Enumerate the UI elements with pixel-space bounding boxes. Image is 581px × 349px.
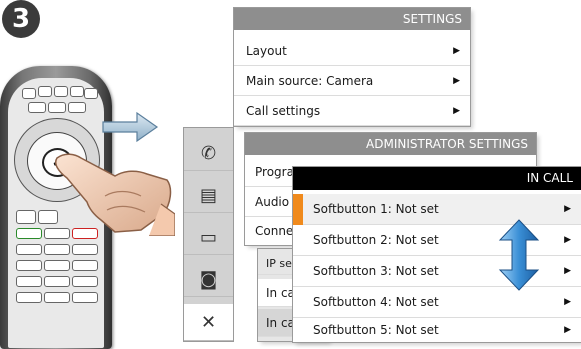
caret-right-icon: ▶ [453, 106, 460, 116]
step-number: 3 [2, 0, 40, 38]
keypad-5 [44, 260, 70, 271]
keypad-6 [72, 260, 98, 271]
phone-icon[interactable]: ✆ [184, 136, 233, 171]
keypad-hash [72, 292, 98, 303]
keypad-8 [44, 276, 70, 287]
admin-settings-title: ADMINISTRATOR SETTINGS [245, 133, 536, 155]
settings-title: SETTINGS [234, 8, 470, 30]
remote-button [54, 86, 68, 97]
caret-right-icon: ▶ [564, 204, 571, 214]
menu-item-label: Softbutton 2: Not set [313, 233, 439, 247]
keypad-2 [44, 244, 70, 255]
menu-item-label: Main source: Camera [246, 74, 374, 88]
selection-indicator [293, 194, 303, 225]
keypad-1 [16, 244, 42, 255]
menu-item-label: Audio [255, 195, 290, 209]
menu-item-label: Softbutton 4: Not set [313, 295, 439, 309]
remote-button [68, 102, 86, 113]
keypad-4 [16, 260, 42, 271]
menu-item-label: Layout [246, 44, 287, 58]
calendar-icon[interactable]: ▤ [184, 178, 233, 213]
camera-icon[interactable]: ◙ [184, 262, 233, 297]
keypad-7 [16, 276, 42, 287]
caret-right-icon: ▶ [453, 76, 460, 86]
up-down-arrow-icon [498, 219, 540, 291]
menu-item-main-source[interactable]: Main source: Camera ▶ [234, 66, 470, 96]
call-button [16, 228, 42, 239]
menu-item-layout[interactable]: Layout ▶ [234, 36, 470, 66]
keypad-3 [72, 244, 98, 255]
remote-button [16, 210, 36, 224]
caret-right-icon: ▶ [453, 46, 460, 56]
keypad-9 [72, 276, 98, 287]
settings-panel: SETTINGS Layout ▶ Main source: Camera ▶ … [234, 8, 470, 126]
menu-item-label: Softbutton 1: Not set [313, 202, 439, 216]
laptop-icon[interactable]: ▭ [184, 220, 233, 255]
menu-item-call-settings[interactable]: Call settings ▶ [234, 96, 470, 126]
keypad-0 [44, 292, 70, 303]
softbutton-5-item[interactable]: Softbutton 5: Not set ▶ [293, 318, 581, 342]
caret-right-icon: ▶ [564, 325, 571, 335]
menu-item-label: Softbutton 3: Not set [313, 264, 439, 278]
in-call-title: IN CALL [293, 167, 581, 190]
remote-button [48, 102, 66, 113]
menu-item-label: Softbutton 5: Not set [313, 323, 439, 337]
caret-right-icon: ▶ [564, 297, 571, 307]
remote-button [22, 88, 36, 99]
caret-right-icon: ▶ [564, 235, 571, 245]
remote-button [84, 88, 98, 99]
menu-item-label: Call settings [246, 104, 321, 118]
remote-button [70, 86, 84, 97]
caret-right-icon: ▶ [564, 266, 571, 276]
tools-icon[interactable]: ✕ [184, 304, 233, 341]
keypad-star [16, 292, 42, 303]
pointing-hand-icon [55, 153, 175, 236]
remote-button [38, 86, 52, 97]
remote-button [28, 102, 46, 113]
icon-sidebar: ✆ ▤ ▭ ◙ ✕ [184, 128, 233, 341]
